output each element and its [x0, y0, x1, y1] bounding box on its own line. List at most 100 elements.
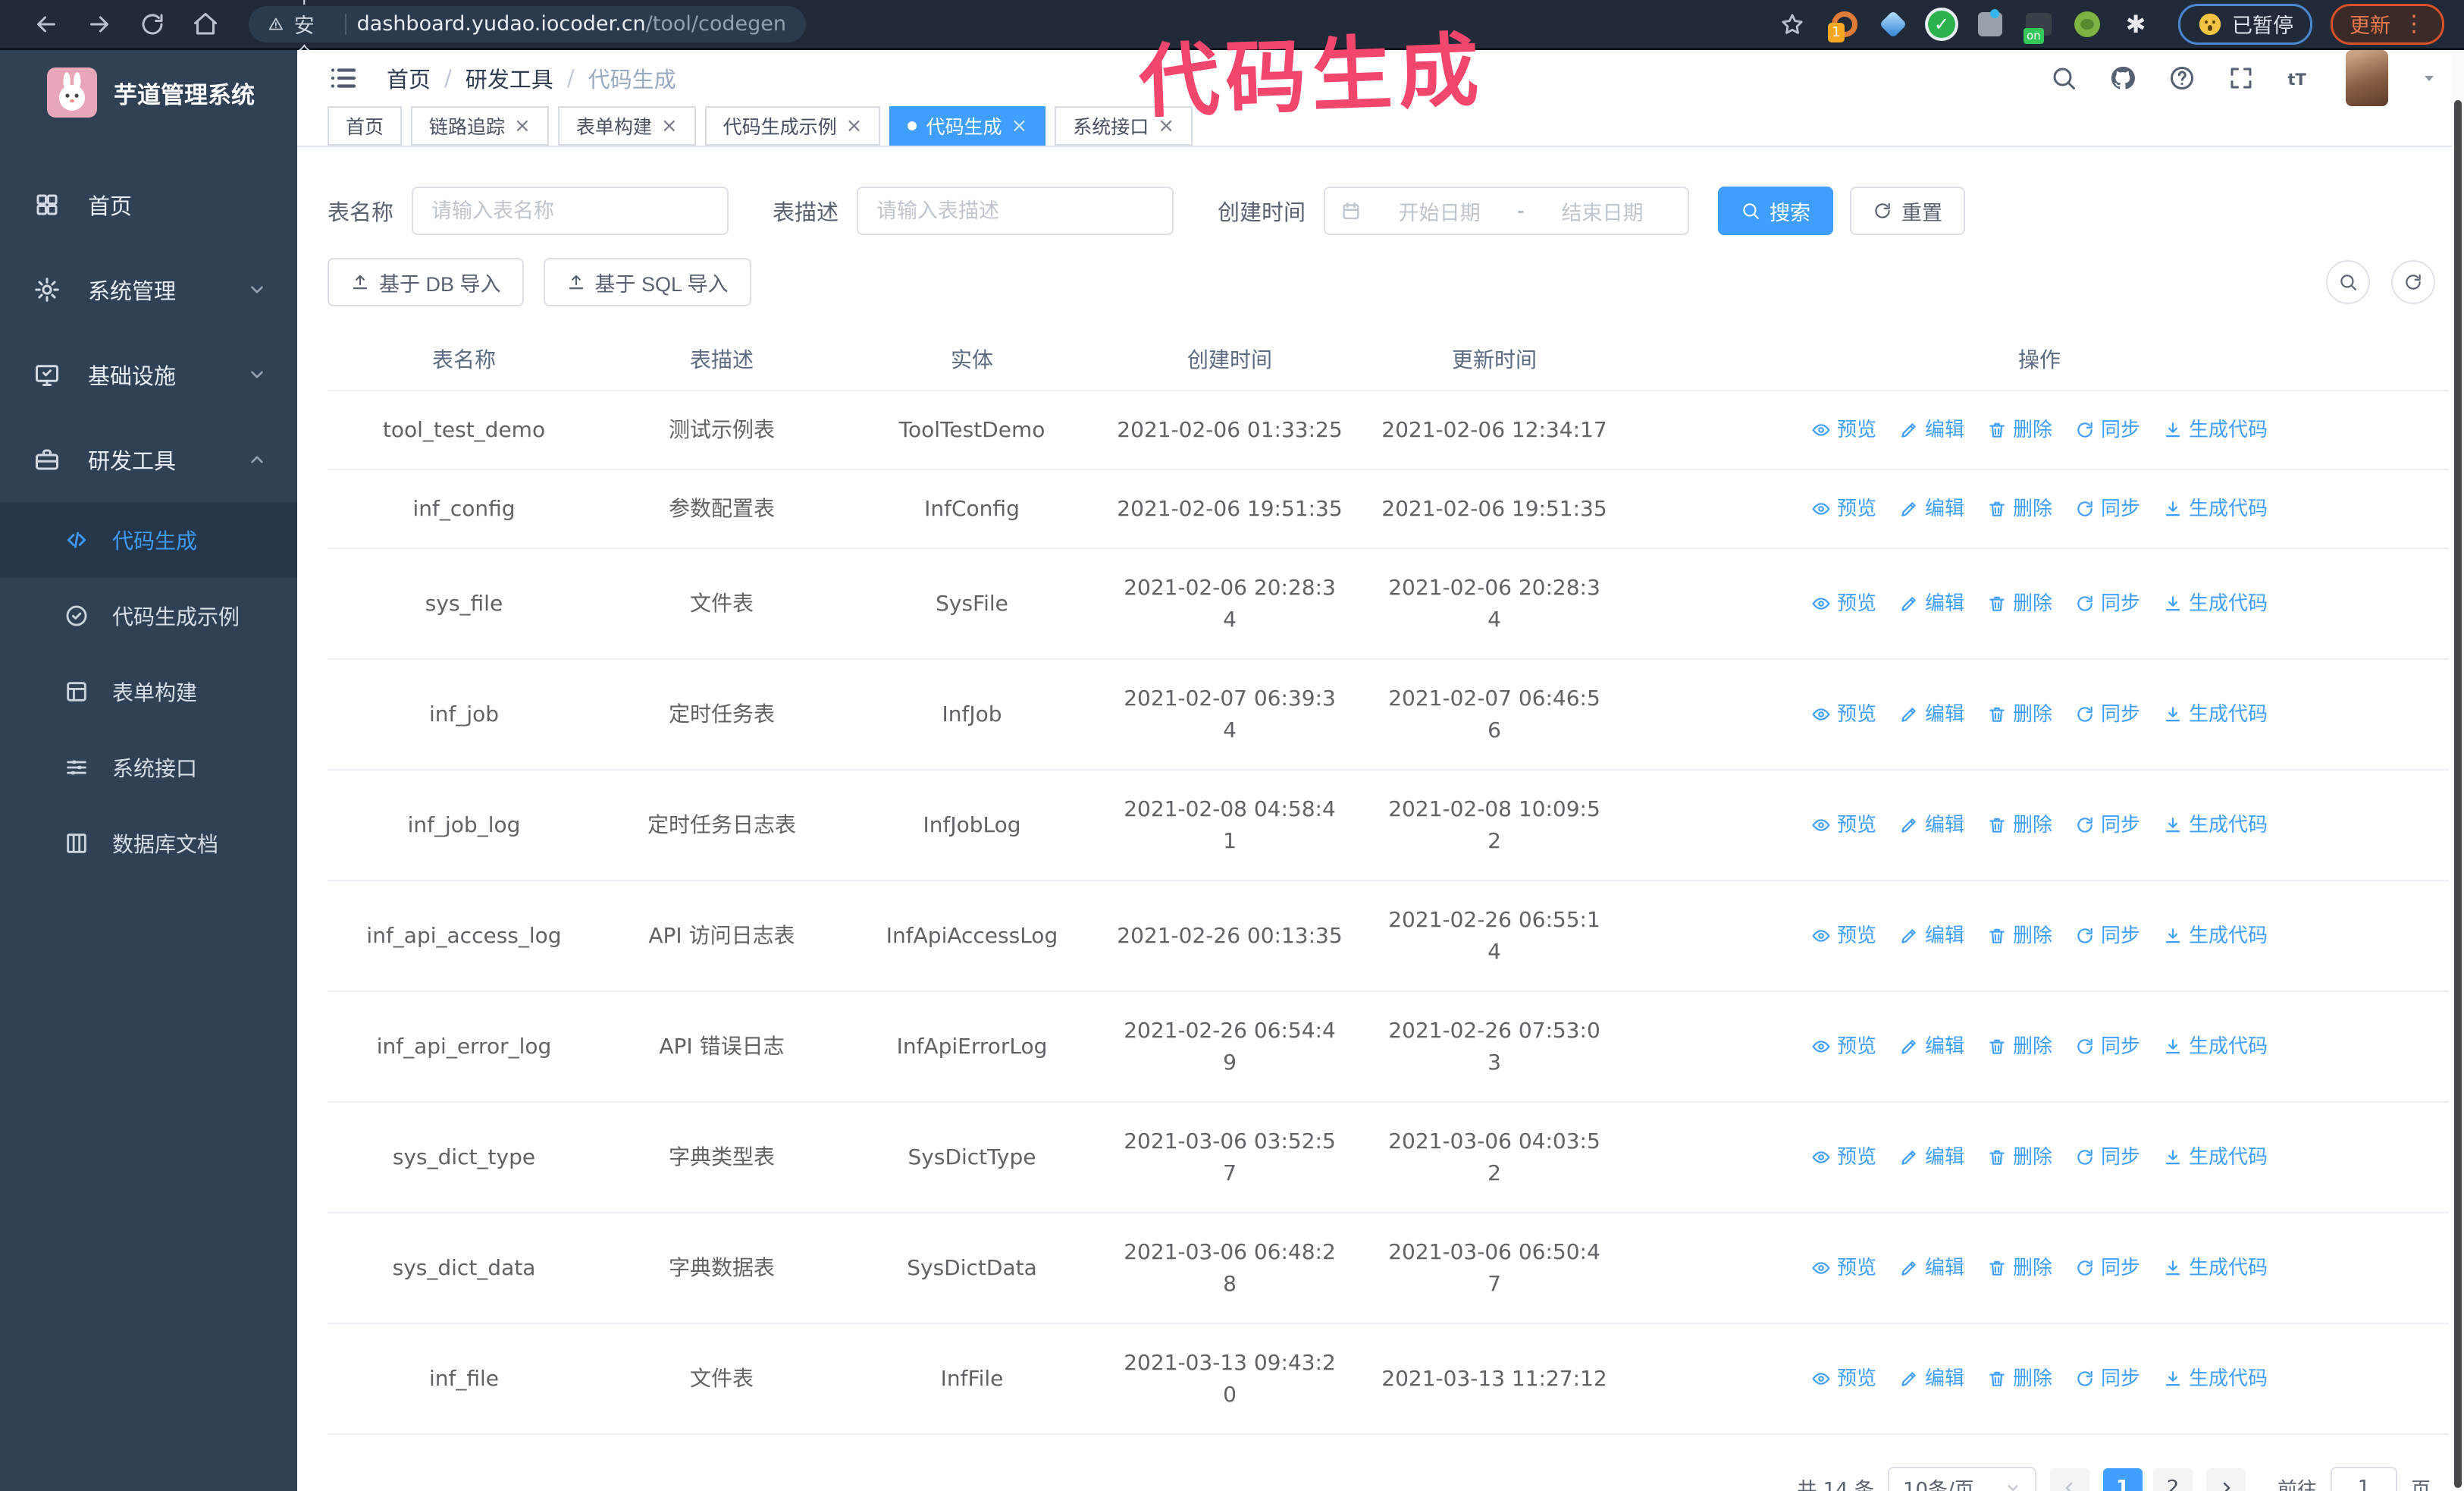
action-preview[interactable]: 预览: [1811, 414, 1876, 446]
tab-close-icon[interactable]: ×: [1158, 116, 1174, 136]
app-logo[interactable]: 芋道管理系统: [0, 50, 297, 135]
tab-代码生成示例[interactable]: 代码生成示例 ×: [704, 106, 881, 146]
action-delete[interactable]: 删除: [1987, 1363, 2052, 1395]
next-page-button[interactable]: [2205, 1468, 2246, 1491]
action-preview[interactable]: 预览: [1811, 809, 1876, 841]
action-preview[interactable]: 预览: [1811, 920, 1876, 952]
page-button-1[interactable]: 1: [2102, 1468, 2143, 1491]
action-edit[interactable]: 编辑: [1899, 920, 1964, 952]
action-preview[interactable]: 预览: [1811, 1141, 1876, 1173]
extensions-paused-button[interactable]: 已暂停: [2178, 3, 2312, 45]
action-sync[interactable]: 同步: [2075, 1252, 2140, 1284]
action-generate-code[interactable]: 生成代码: [2163, 588, 2268, 620]
action-delete[interactable]: 删除: [1987, 920, 2052, 952]
action-delete[interactable]: 删除: [1987, 414, 2052, 446]
import-sql-button[interactable]: 基于 SQL 导入: [543, 258, 751, 306]
bookmark-star-icon[interactable]: [1779, 11, 1805, 37]
action-sync[interactable]: 同步: [2075, 414, 2140, 446]
action-edit[interactable]: 编辑: [1899, 1141, 1964, 1173]
sidebar-item-首页[interactable]: 首页: [0, 162, 297, 247]
tab-close-icon[interactable]: ×: [846, 116, 863, 136]
action-sync[interactable]: 同步: [2075, 1031, 2140, 1063]
table-desc-input[interactable]: [857, 187, 1174, 235]
search-icon[interactable]: [2050, 64, 2077, 92]
import-db-button[interactable]: 基于 DB 导入: [328, 258, 524, 306]
page-button-2[interactable]: 2: [2152, 1468, 2193, 1491]
action-edit[interactable]: 编辑: [1899, 414, 1964, 446]
sidebar-item-研发工具[interactable]: 研发工具: [0, 417, 297, 502]
prev-page-button[interactable]: [2049, 1468, 2089, 1491]
extension-tool-icon[interactable]: [1977, 8, 2004, 38]
tab-表单构建[interactable]: 表单构建 ×: [557, 106, 696, 146]
action-edit[interactable]: 编辑: [1899, 1363, 1964, 1395]
action-delete[interactable]: 删除: [1987, 493, 2052, 525]
action-delete[interactable]: 删除: [1987, 1252, 2052, 1284]
action-sync[interactable]: 同步: [2075, 493, 2140, 525]
tab-close-icon[interactable]: ×: [661, 116, 678, 136]
extension-proxy-icon[interactable]: on: [2024, 11, 2052, 44]
extension-gem-icon[interactable]: [1879, 10, 1908, 38]
update-button[interactable]: 更新 ⋮: [2331, 3, 2444, 45]
action-sync[interactable]: 同步: [2075, 1141, 2140, 1173]
puzzle-extension-icon[interactable]: ✱: [2122, 11, 2149, 38]
action-delete[interactable]: 删除: [1987, 698, 2052, 730]
scrollbar[interactable]: [2452, 50, 2464, 1491]
reset-button[interactable]: 重置: [1850, 187, 1966, 235]
scrollbar-thumb[interactable]: [2454, 100, 2462, 1488]
action-sync[interactable]: 同步: [2075, 698, 2140, 730]
action-generate-code[interactable]: 生成代码: [2163, 493, 2268, 525]
sidebar-item-基础设施[interactable]: 基础设施: [0, 332, 297, 417]
browser-menu-dots-icon[interactable]: ⋮: [2403, 11, 2425, 37]
date-range-input[interactable]: 开始日期 - 结束日期: [1324, 187, 1690, 235]
reload-icon[interactable]: [139, 11, 166, 38]
action-generate-code[interactable]: 生成代码: [2163, 1252, 2268, 1284]
tab-代码生成[interactable]: 代码生成 ×: [889, 106, 1046, 146]
action-sync[interactable]: 同步: [2075, 1363, 2140, 1395]
back-icon[interactable]: [33, 11, 60, 38]
tab-链路追踪[interactable]: 链路追踪 ×: [411, 106, 549, 146]
page-size-select[interactable]: 10条/页: [1887, 1467, 2036, 1491]
sidebar-item-系统接口[interactable]: 系统接口: [0, 730, 297, 805]
action-generate-code[interactable]: 生成代码: [2163, 920, 2268, 952]
action-generate-code[interactable]: 生成代码: [2163, 698, 2268, 730]
action-generate-code[interactable]: 生成代码: [2163, 414, 2268, 446]
extension-shield-icon[interactable]: ✓: [1928, 10, 1955, 38]
action-delete[interactable]: 删除: [1987, 1031, 2052, 1063]
help-icon[interactable]: [2168, 64, 2196, 92]
sidebar-item-数据库文档[interactable]: 数据库文档: [0, 805, 297, 881]
sidebar-item-系统管理[interactable]: 系统管理: [0, 247, 297, 332]
action-edit[interactable]: 编辑: [1899, 1252, 1964, 1284]
action-generate-code[interactable]: 生成代码: [2163, 1141, 2268, 1173]
extension-monkey-icon[interactable]: [2074, 11, 2101, 38]
refresh-table-button[interactable]: [2391, 260, 2435, 304]
action-generate-code[interactable]: 生成代码: [2163, 809, 2268, 841]
tab-系统接口[interactable]: 系统接口 ×: [1055, 106, 1193, 146]
fullscreen-icon[interactable]: [2227, 64, 2255, 92]
action-sync[interactable]: 同步: [2075, 809, 2140, 841]
action-delete[interactable]: 删除: [1987, 1141, 2052, 1173]
action-sync[interactable]: 同步: [2075, 588, 2140, 620]
tab-首页[interactable]: 首页: [328, 106, 403, 146]
action-edit[interactable]: 编辑: [1899, 588, 1964, 620]
action-preview[interactable]: 预览: [1811, 588, 1876, 620]
action-delete[interactable]: 删除: [1987, 809, 2052, 841]
action-edit[interactable]: 编辑: [1899, 1031, 1964, 1063]
search-button[interactable]: 搜索: [1718, 187, 1834, 235]
breadcrumb-item[interactable]: 首页: [387, 62, 431, 94]
action-generate-code[interactable]: 生成代码: [2163, 1363, 2268, 1395]
sidebar-toggle-icon[interactable]: [328, 62, 359, 94]
extension-ring-icon[interactable]: 1: [1828, 11, 1858, 42]
action-preview[interactable]: 预览: [1811, 1252, 1876, 1284]
action-preview[interactable]: 预览: [1811, 698, 1876, 730]
tab-close-icon[interactable]: ×: [514, 116, 531, 136]
forward-icon[interactable]: [86, 11, 113, 38]
font-size-icon[interactable]: [2287, 64, 2314, 92]
action-edit[interactable]: 编辑: [1899, 698, 1964, 730]
action-sync[interactable]: 同步: [2075, 920, 2140, 952]
sidebar-item-表单构建[interactable]: 表单构建: [0, 654, 297, 730]
breadcrumb-item[interactable]: 研发工具: [466, 62, 553, 94]
avatar-caret-down-icon[interactable]: [2420, 69, 2438, 87]
action-preview[interactable]: 预览: [1811, 493, 1876, 525]
user-avatar[interactable]: [2346, 50, 2388, 106]
action-delete[interactable]: 删除: [1987, 588, 2052, 620]
